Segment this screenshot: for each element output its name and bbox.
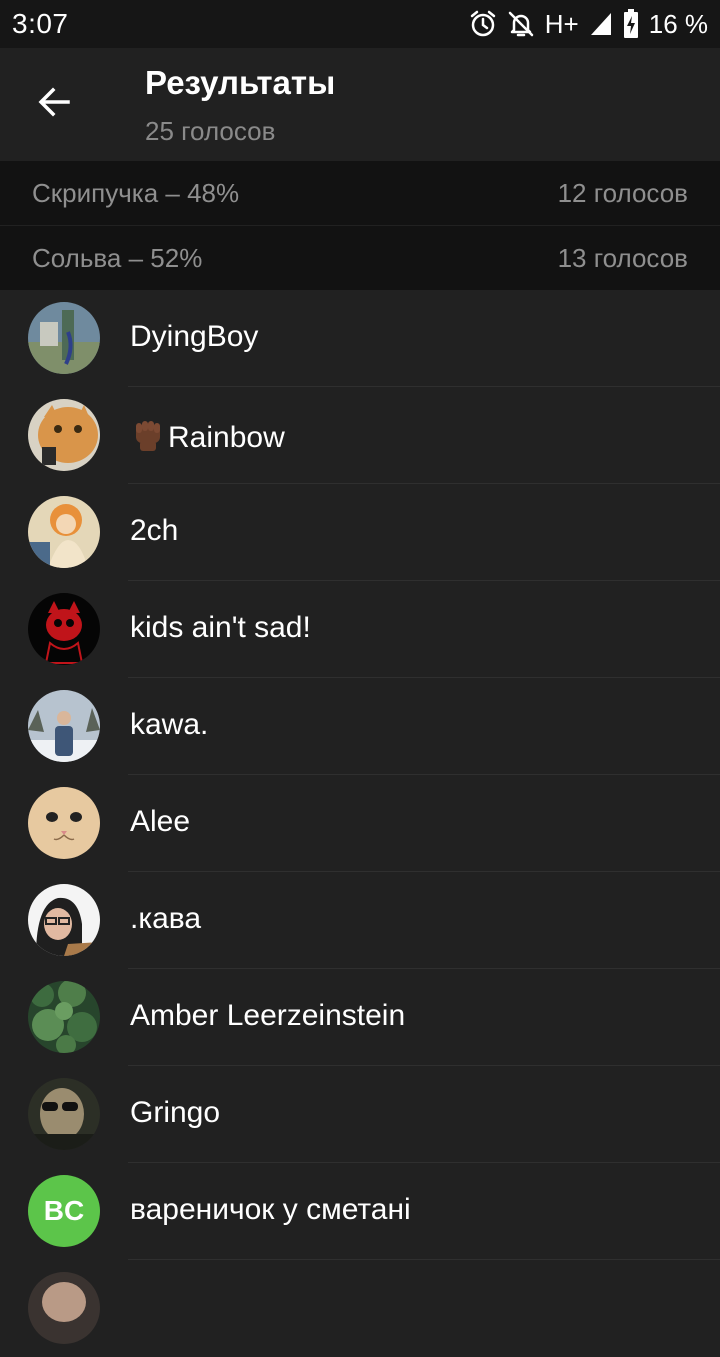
- list-item[interactable]: DyingBoy: [0, 290, 720, 387]
- voter-name-text: Rainbow: [168, 421, 285, 454]
- list-item[interactable]: Rainbow: [0, 387, 720, 484]
- app-bar: Результаты 25 голосов: [0, 48, 720, 160]
- option-votes: 13 голосов: [557, 242, 688, 273]
- voter-name: Gringo: [130, 1096, 221, 1129]
- list-item[interactable]: 2ch: [0, 484, 720, 581]
- battery-percent: 16 %: [648, 8, 708, 39]
- back-arrow-icon: [36, 84, 72, 125]
- list-item-partial[interactable]: [0, 1260, 720, 1357]
- status-time: 3:07: [12, 8, 69, 39]
- avatar: [28, 981, 100, 1053]
- avatar: [28, 884, 100, 956]
- voter-name: Amber Leerzeinstein: [130, 999, 406, 1032]
- status-bar: 3:07 H+ 16 %: [0, 0, 720, 48]
- status-icons: H+ 16 %: [469, 9, 708, 40]
- poll-option: Сольва – 52% 13 голосов: [0, 226, 720, 290]
- option-label: Сольва – 52%: [32, 242, 203, 273]
- list-item[interactable]: .кава: [0, 872, 720, 969]
- voter-name: вареничок у сметані: [130, 1193, 411, 1226]
- option-votes: 12 голосов: [557, 177, 688, 208]
- poll-option: Скрипучка – 48% 12 голосов: [0, 161, 720, 225]
- voter-list: DyingBoy Rainbow 2ch kids ain't sad! kaw…: [0, 290, 720, 1357]
- avatar-initials: BC: [28, 1175, 100, 1247]
- avatar: [28, 399, 100, 471]
- voter-name: kawa.: [130, 708, 209, 741]
- list-item[interactable]: BC вареничок у сметані: [0, 1163, 720, 1260]
- vote-count: 25 голосов: [145, 116, 276, 146]
- avatar: [28, 496, 100, 568]
- alarm-icon: [469, 10, 497, 38]
- voter-name: Alee: [130, 805, 191, 838]
- avatar: [28, 593, 100, 665]
- back-button[interactable]: [28, 78, 80, 130]
- battery-charging-icon: [623, 9, 639, 39]
- voter-name: kids ain't sad!: [130, 611, 311, 644]
- voter-name: Rainbow: [130, 417, 285, 455]
- voter-name: DyingBoy: [130, 320, 259, 353]
- avatar: [28, 1272, 100, 1344]
- signal-icon: [589, 11, 613, 37]
- list-item[interactable]: Alee: [0, 775, 720, 872]
- list-item[interactable]: Amber Leerzeinstein: [0, 969, 720, 1066]
- avatar: [28, 690, 100, 762]
- avatar: [28, 1078, 100, 1150]
- list-item[interactable]: kawa.: [0, 678, 720, 775]
- avatar: [28, 302, 100, 374]
- page-title: Результаты: [145, 64, 336, 101]
- raised-fist-icon: [130, 417, 166, 453]
- voter-name: 2ch: [130, 514, 179, 547]
- voter-name: .кава: [130, 902, 202, 935]
- avatar: [28, 787, 100, 859]
- bell-off-icon: [507, 10, 535, 38]
- option-label: Скрипучка – 48%: [32, 177, 240, 208]
- avatar: BC: [28, 1175, 100, 1247]
- list-item[interactable]: Gringo: [0, 1066, 720, 1163]
- network-type: H+: [544, 8, 579, 39]
- list-item[interactable]: kids ain't sad!: [0, 581, 720, 678]
